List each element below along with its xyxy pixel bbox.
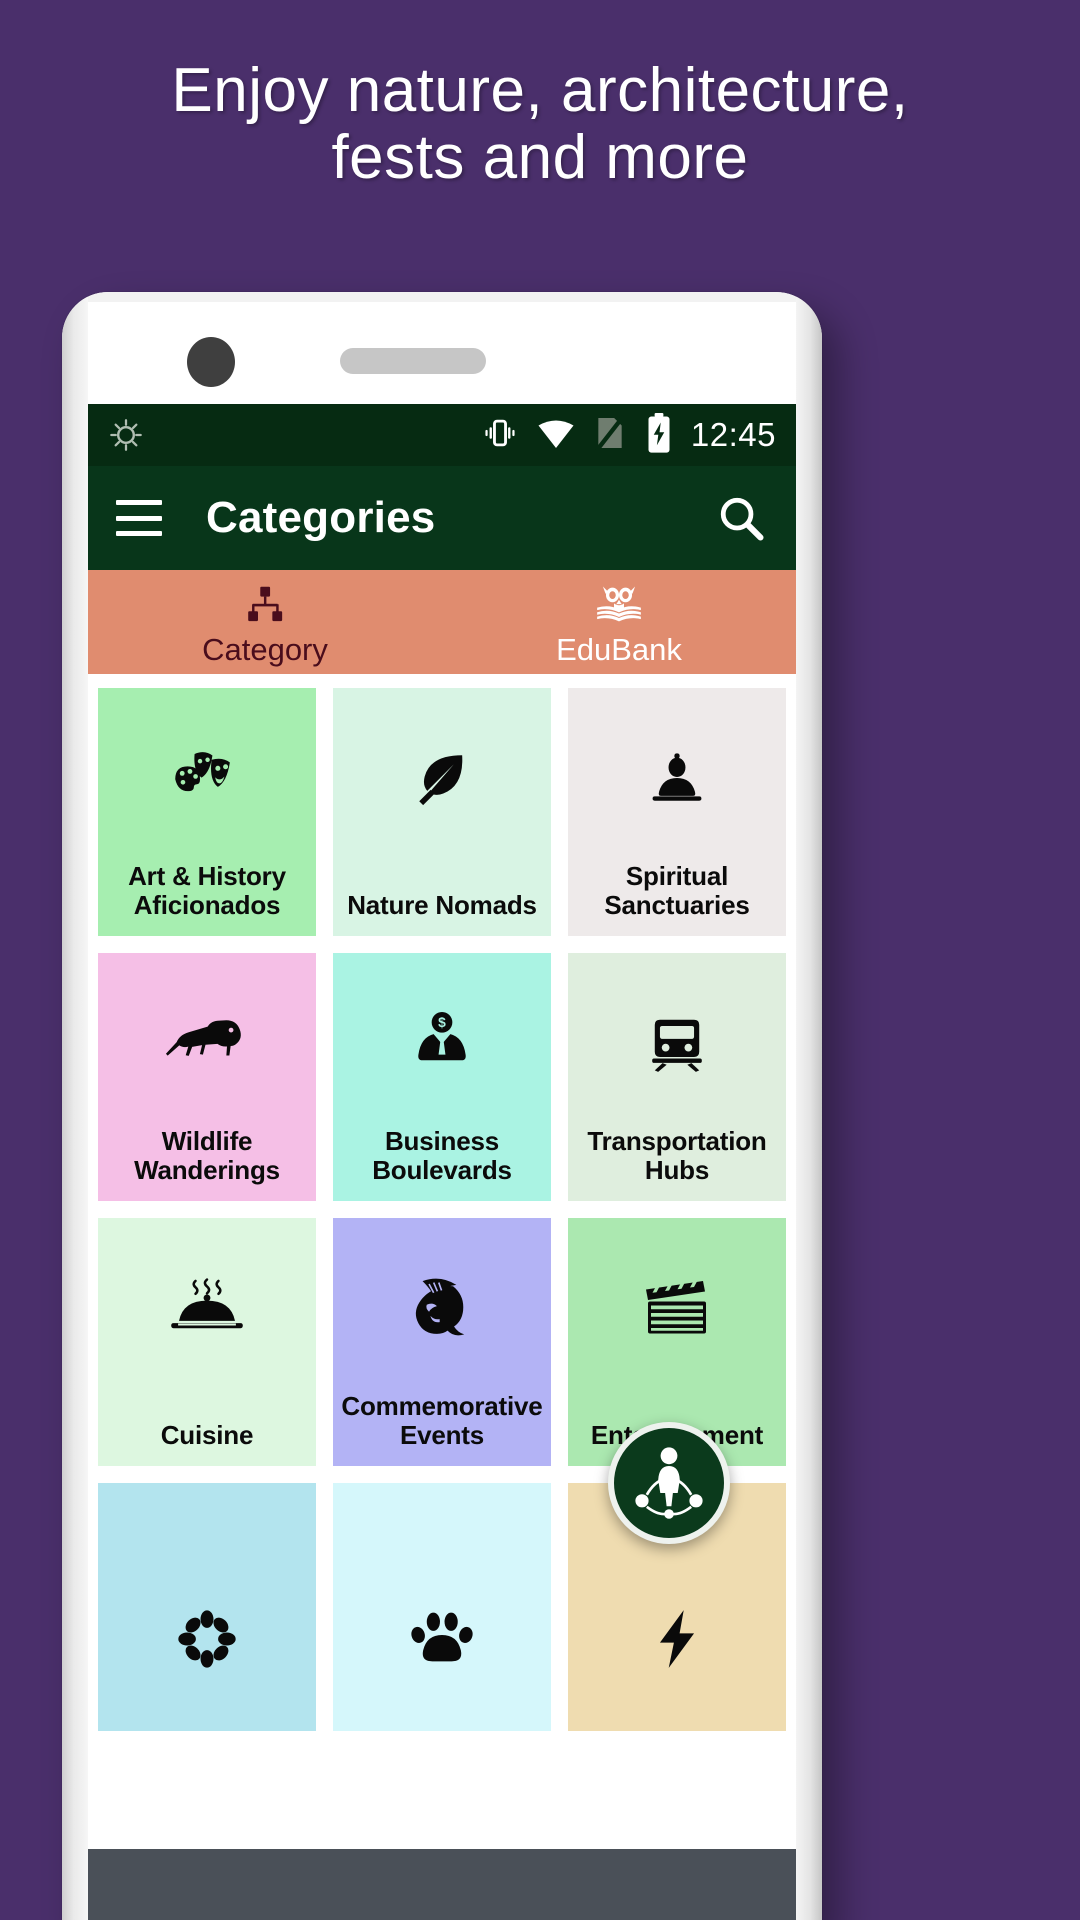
tab-category[interactable]: Category [88,570,442,674]
leaf-icon [333,740,551,816]
tab-edubank-label: EduBank [556,631,682,667]
category-card-cuisine[interactable]: Cuisine [98,1218,316,1466]
category-card-label: Commemorative Events [341,1390,543,1450]
vibrate-icon [481,414,519,457]
hamburger-menu-icon[interactable] [116,500,162,536]
category-card-nature-nomads[interactable]: Nature Nomads [333,688,551,936]
tab-bar: Category EduBank [88,570,796,674]
food-cloche-icon [98,1270,316,1346]
status-bar-right: 12:45 [481,412,776,459]
svg-text:$: $ [438,1015,446,1030]
category-card-label: Spiritual Sanctuaries [604,860,750,920]
category-card-label: Nature Nomads [347,889,537,920]
promo-headline: Enjoy nature, architecture, fests and mo… [0,56,1080,192]
businessman-dollar-icon: $ [333,1005,551,1081]
buddha-icon [568,740,786,816]
battery-charging-icon [644,412,674,459]
category-card-label: Art & History Aficionados [128,860,286,920]
phone-bezel-top [62,292,822,302]
category-card-label: Cuisine [160,1419,254,1450]
people-network-fab-button[interactable] [608,1422,730,1544]
phone-bezel-right [796,292,822,1920]
category-grid: Art & History Aficionados Nature Nomads [88,674,796,1920]
page-title: Categories [206,493,436,542]
status-bar: 12:45 [88,404,796,466]
category-card-transportation-hubs[interactable]: Transportation Hubs [568,953,786,1201]
earpiece-speaker [340,348,486,374]
category-card-spiritual-sanctuaries[interactable]: Spiritual Sanctuaries [568,688,786,936]
tab-category-label: Category [202,631,328,667]
promo-line-1: Enjoy nature, architecture, [171,56,909,125]
category-card-commemorative-events[interactable]: Commemorative Events [333,1218,551,1466]
app-bar: Categories [88,466,796,570]
status-bar-left [108,417,144,453]
flower-icon [98,1601,316,1677]
status-bar-clock: 12:45 [690,416,776,453]
clapperboard-icon [568,1270,786,1346]
sitemap-icon [243,580,287,626]
system-navigation-bar [88,1849,796,1920]
category-card-partial-paw[interactable] [333,1483,551,1731]
category-card-business-boulevards[interactable]: $ Business Boulevards [333,953,551,1201]
spartan-helmet-icon [333,1270,551,1346]
sim-off-icon [593,413,627,458]
lion-icon [98,1005,316,1081]
train-icon [568,1005,786,1081]
wifi-icon [536,416,576,455]
promo-line-2: fests and more [331,122,749,192]
category-card-partial-flower[interactable] [98,1483,316,1731]
category-card-label: Wildlife Wanderings [134,1125,280,1185]
theatre-masks-palette-icon [98,740,316,816]
category-card-wildlife-wanderings[interactable]: Wildlife Wanderings [98,953,316,1201]
front-camera-icon [187,337,235,387]
category-card-label: Transportation Hubs [587,1125,767,1185]
phone-top-area [88,302,796,412]
paw-print-icon [333,1601,551,1677]
phone-bezel-left [62,292,88,1920]
brightness-sun-icon [108,417,144,453]
lightning-bolt-icon [568,1601,786,1677]
owl-book-icon [593,580,645,626]
category-card-art-history[interactable]: Art & History Aficionados [98,688,316,936]
phone-mockup: 12:45 Categories Category EduBank Art & … [62,292,822,1920]
tab-edubank[interactable]: EduBank [442,570,796,674]
category-card-label: Business Boulevards [372,1125,512,1185]
search-icon[interactable] [714,491,768,545]
people-network-icon [630,1442,708,1525]
